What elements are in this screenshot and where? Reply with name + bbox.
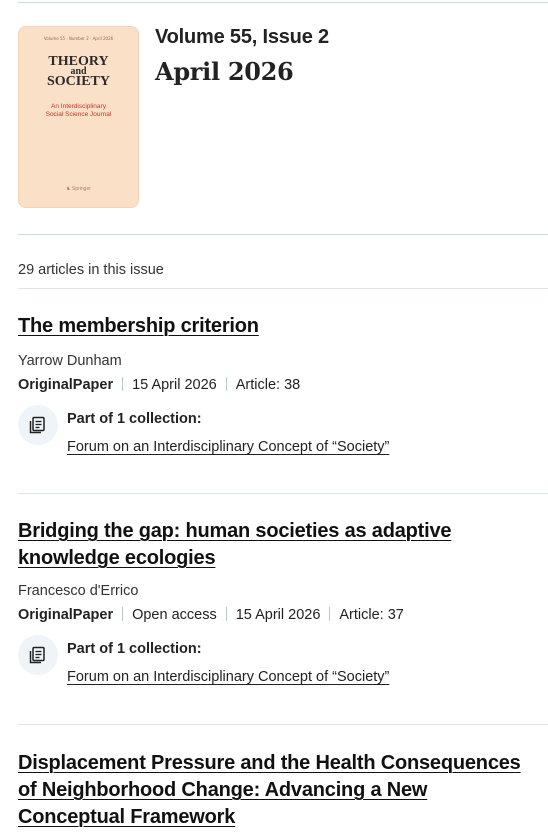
header-divider (18, 234, 548, 235)
article-meta: OriginalPaper 15 April 2026 Article: 38 (18, 377, 538, 393)
article-title-link[interactable]: Bridging the gap: human societies as ada… (18, 518, 538, 572)
collection-label: Part of 1 collection: (67, 411, 202, 427)
issue-date-heading: April 2026 (155, 57, 294, 86)
article-title-link[interactable]: Displacement Pressure and the Health Con… (18, 750, 538, 831)
meta-separator (122, 607, 124, 621)
article-item: Displacement Pressure and the Health Con… (18, 750, 538, 831)
issue-header: Volume 55 · Number 2 · April 2026 THEORY… (18, 26, 538, 210)
collection-link[interactable]: Forum on an Interdisciplinary Concept of… (67, 669, 389, 685)
article-count: 29 articles in this issue (18, 262, 164, 278)
cover-subtitle: An Interdisciplinary Social Science Jour… (45, 103, 112, 118)
article-date: 15 April 2026 (132, 377, 217, 393)
meta-separator (122, 377, 124, 391)
article-author: Yarrow Dunham (18, 353, 122, 369)
collection-info: Part of 1 collection: Forum on an Interd… (18, 405, 538, 461)
count-divider (18, 288, 548, 289)
article-item: Bridging the gap: human societies as ada… (18, 518, 538, 691)
article-type: OriginalPaper (18, 607, 114, 623)
springer-horse-icon: ♞ (66, 186, 71, 192)
top-divider (18, 2, 548, 3)
article-divider (18, 493, 548, 494)
meta-separator (329, 607, 331, 621)
collection-icon (18, 635, 58, 675)
journal-cover-image[interactable]: Volume 55 · Number 2 · April 2026 THEORY… (18, 26, 139, 208)
meta-separator (225, 377, 227, 391)
meta-separator (225, 607, 227, 621)
article-divider (18, 724, 548, 725)
article-item: The membership criterion Yarrow Dunham O… (18, 313, 538, 461)
article-type: OriginalPaper (18, 377, 114, 393)
article-date: 15 April 2026 (235, 607, 321, 623)
collection-label: Part of 1 collection: (67, 641, 202, 657)
collection-info: Part of 1 collection: Forum on an Interd… (18, 635, 538, 691)
cover-publisher-logo: ♞ Springer (66, 186, 91, 192)
article-author: Francesco d'Errico (18, 583, 139, 599)
cover-top-line: Volume 55 · Number 2 · April 2026 (43, 36, 114, 41)
collection-icon (18, 405, 58, 445)
article-number: Article: 38 (235, 377, 301, 393)
article-access: Open access (132, 607, 217, 623)
cover-title: THEORY and SOCIETY (46, 54, 111, 89)
collection-link[interactable]: Forum on an Interdisciplinary Concept of… (67, 439, 389, 455)
article-title-link[interactable]: The membership criterion (18, 313, 538, 340)
article-meta: OriginalPaper Open access 15 April 2026 Art… (18, 607, 538, 623)
volume-issue-heading: Volume 55, Issue 2 (155, 26, 329, 48)
article-number: Article: 37 (339, 607, 404, 623)
